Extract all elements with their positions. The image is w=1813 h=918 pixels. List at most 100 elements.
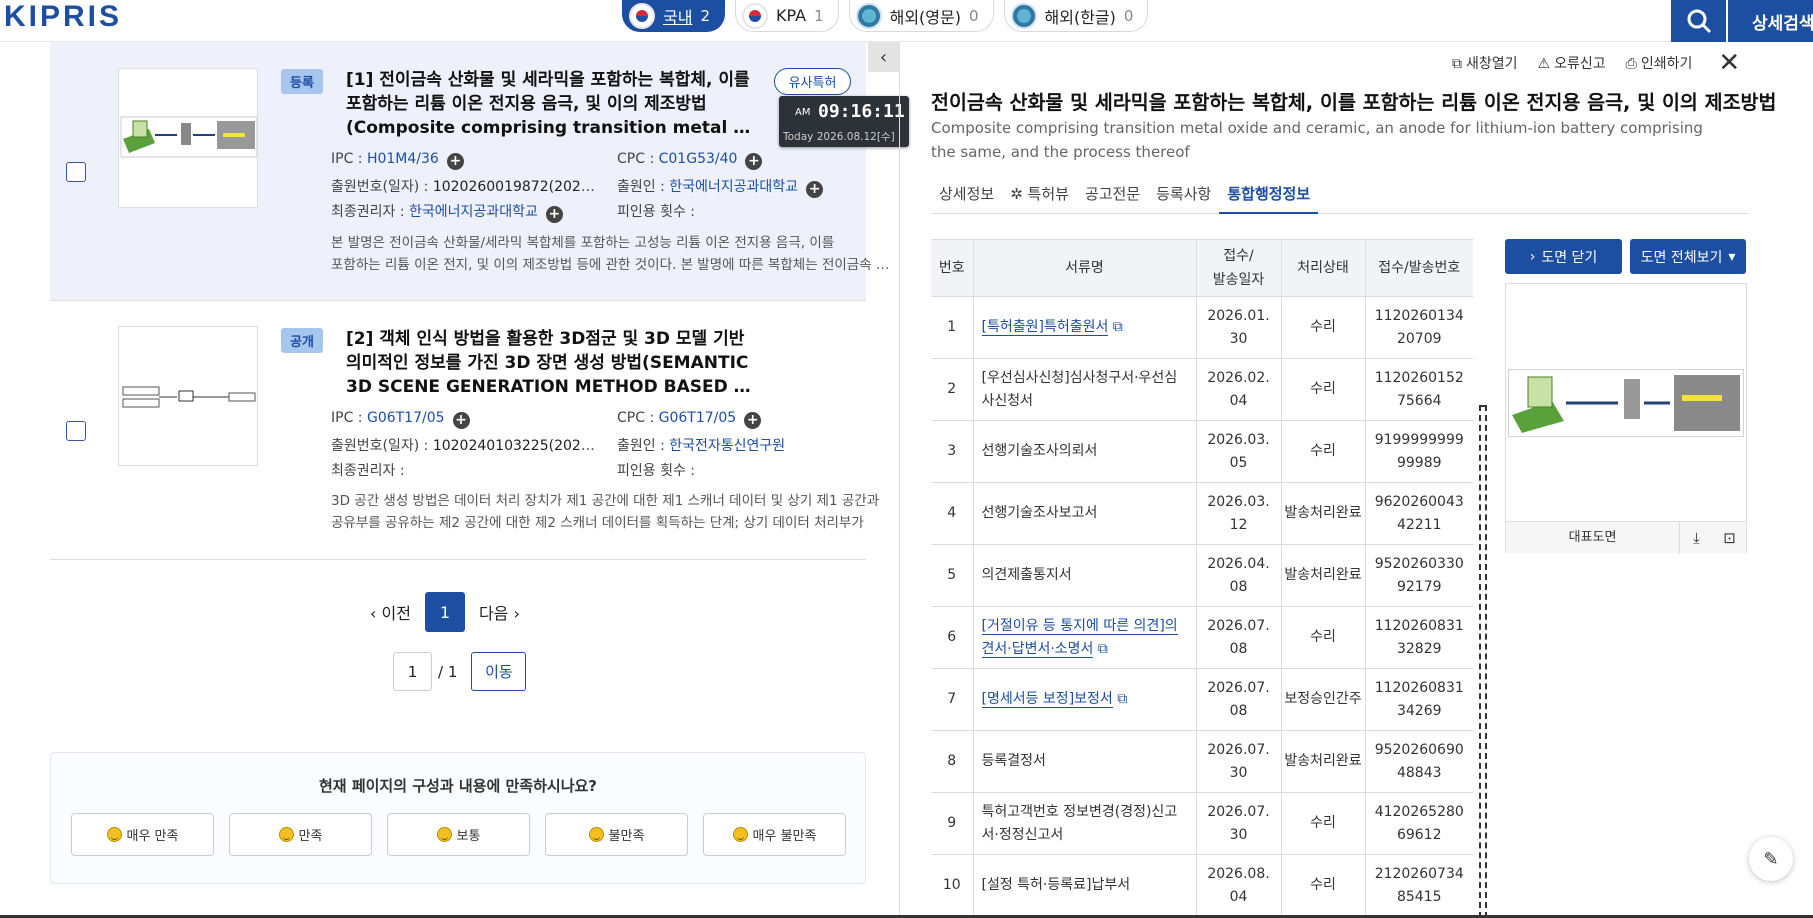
smile-icon (278, 827, 294, 842)
table-scrollbar[interactable] (1479, 405, 1487, 918)
table-row: 6 [거절이유 등 통지에 따른 의견]의견서·답변서·소명서 ⧉ 2026.07.… (931, 606, 1473, 669)
row-doc-number: 1120260152 75664 (1365, 358, 1473, 421)
status-badge: 공개 (281, 328, 323, 353)
ipc-link[interactable]: H01M4/36 (367, 151, 439, 167)
plus-icon[interactable]: + (452, 412, 470, 429)
cited-count-field: 피인용 횟수 : (617, 463, 696, 479)
print-button[interactable]: ⎙ 인쇄하기 (1626, 53, 1693, 73)
detail-search-button[interactable]: 상세검색 (1728, 0, 1813, 42)
table-body: 1 [특허출원]특허출원서 ⧉ 2026.01. 30 수리 1120260134 20… (931, 296, 1473, 917)
row-document[interactable]: [명세서등 보정]보정서 ⧉ (973, 668, 1197, 731)
row-doc-number: 1120260831 34269 (1365, 668, 1473, 731)
db-tab-label: KPA (776, 6, 807, 25)
plus-icon[interactable]: + (745, 153, 763, 170)
row-status: 수리 (1281, 296, 1366, 359)
panel-divider (899, 42, 900, 918)
applicant-link[interactable]: 한국전자통신연구원 (669, 438, 785, 454)
survey-option-neutral[interactable]: 보통 (387, 813, 530, 856)
row-date: 2026.04. 08 (1196, 544, 1282, 607)
cpc-link[interactable]: C01G53/40 (659, 151, 738, 167)
row-doc-number: 4120265280 69612 (1365, 792, 1473, 855)
database-tabs: 국내 2 KPA 1 해외(영문) 0 해외(한글) 0 (622, 0, 1149, 32)
tab-publication[interactable]: 공고전문 (1077, 182, 1148, 214)
clock-date: Today 2026.08.12[수] (783, 131, 895, 143)
drawing-thumbnail (120, 116, 257, 158)
go-page-button[interactable]: 이동 (471, 652, 527, 691)
applicant-link[interactable]: 한국에너지공과대학교 (669, 179, 798, 195)
cpc-link[interactable]: G06T17/05 (659, 410, 737, 426)
drawing-image[interactable] (1508, 369, 1744, 437)
similar-patent-button[interactable]: 유사특허 (774, 68, 851, 95)
row-number: 9 (931, 792, 974, 855)
tab-detail-info[interactable]: 상세정보 (931, 182, 1002, 214)
db-tab-foreign-en[interactable]: 해외(영문) 0 (848, 0, 994, 32)
row-date: 2026.07. 08 (1196, 668, 1282, 731)
prev-page-button[interactable]: ‹ 이전 (370, 600, 411, 624)
result-title[interactable]: [1] 전이금속 산화물 및 세라믹을 포함하는 복합체, 이를 포함하는 리튬… (346, 68, 756, 140)
ipc-field: IPC : G06T17/05 + (331, 410, 470, 429)
survey-option-dissatisfied[interactable]: 불만족 (545, 813, 688, 856)
zoom-icon[interactable]: ⊡ (1713, 522, 1746, 554)
result-thumbnail[interactable] (118, 326, 258, 466)
clock-ampm: AM (795, 107, 811, 118)
holder-link[interactable]: 한국에너지공과대학교 (409, 204, 538, 220)
tab-registration[interactable]: 등록사항 (1148, 182, 1219, 214)
survey-option-very-satisfied[interactable]: 매우 만족 (71, 813, 214, 856)
kipris-logo[interactable]: KIPRIS (4, 0, 122, 34)
survey-option-very-dissatisfied[interactable]: 매우 불만족 (703, 813, 846, 856)
row-number: 10 (931, 854, 974, 917)
db-tab-count: 2 (700, 6, 710, 25)
status-badge: 등록 (281, 69, 323, 94)
db-tab-count: 0 (1123, 6, 1134, 25)
result-checkbox[interactable] (66, 162, 86, 182)
result-title[interactable]: [2] 객체 인식 방법을 활용한 3D점군 및 3D 모델 기반 의미적인 정… (346, 327, 756, 399)
row-date: 2026.03. 12 (1196, 482, 1282, 545)
row-document[interactable]: [거절이유 등 통지에 따른 의견]의견서·답변서·소명서 ⧉ (973, 606, 1197, 669)
tab-admin-info[interactable]: 통합행정정보 (1219, 182, 1319, 214)
row-status: 수리 (1281, 854, 1366, 917)
download-icon[interactable]: ⤓ (1680, 522, 1713, 554)
cpc-field: CPC : G06T17/05 + (617, 410, 762, 429)
next-page-button[interactable]: 다음 › (479, 600, 520, 624)
row-status: 수리 (1281, 606, 1366, 669)
page-number-current[interactable]: 1 (424, 592, 465, 632)
row-document: 선행기술조사의뢰서 (973, 420, 1197, 483)
collapse-panel-button[interactable]: ‹ (868, 42, 899, 72)
db-tab-domestic[interactable]: 국내 2 (622, 0, 725, 32)
edit-pencil-button[interactable]: ✎ (1749, 837, 1793, 881)
cited-count-field: 피인용 횟수 : (617, 204, 696, 220)
survey-option-satisfied[interactable]: 만족 (229, 813, 372, 856)
neutral-face-icon (436, 827, 452, 842)
result-checkbox[interactable] (66, 421, 86, 441)
plus-icon[interactable]: + (806, 181, 824, 198)
external-link-icon: ⧉ (1093, 640, 1108, 657)
result-thumbnail[interactable] (118, 68, 258, 208)
ipc-link[interactable]: G06T17/05 (367, 410, 445, 426)
title-line: [2] 객체 인식 방법을 활용한 3D점군 및 3D 모델 기반 (346, 329, 745, 349)
new-window-button[interactable]: ⧉ 새창열기 (1452, 53, 1518, 73)
search-button[interactable] (1671, 0, 1726, 42)
plus-icon[interactable]: + (446, 153, 464, 170)
row-document[interactable]: [특허출원]특허출원서 ⧉ (973, 296, 1197, 359)
row-doc-number: 1120260134 20709 (1365, 296, 1473, 359)
row-number: 8 (931, 730, 974, 793)
report-error-button[interactable]: ⚠ 오류신고 (1538, 53, 1606, 73)
db-tab-foreign-kr[interactable]: 해외(한글) 0 (1003, 0, 1149, 32)
row-doc-number: 9520260690 48843 (1365, 730, 1473, 793)
close-icon[interactable]: ✕ (1718, 48, 1740, 78)
close-drawing-button[interactable]: › 도면 닫기 (1505, 239, 1622, 274)
result-item[interactable]: 등록 [1] 전이금속 산화물 및 세라믹을 포함하는 복합체, 이를 포함하는… (50, 42, 901, 301)
tab-patent-view[interactable]: ✲ 특허뷰 (1002, 182, 1077, 214)
result-item[interactable]: 공개 [2] 객체 인식 방법을 활용한 3D점군 및 3D 모델 기반 의미적… (50, 301, 879, 560)
db-tab-kpa[interactable]: KPA 1 (735, 0, 839, 32)
table-row: 4 선행기술조사보고서 2026.03. 12 발송처리완료 9620260043 42… (931, 482, 1473, 545)
view-all-drawings-button[interactable]: 도면 전체보기 ▾ (1630, 239, 1746, 274)
col-header-status: 처리상태 (1281, 239, 1366, 297)
page-number-input[interactable]: 1 (393, 652, 432, 691)
plus-icon[interactable]: + (545, 206, 563, 223)
external-link-icon: ⧉ (1112, 691, 1128, 707)
drawing-footer: 대표도면 ⤓ ⊡ (1506, 521, 1746, 554)
table-row: 1 [특허출원]특허출원서 ⧉ 2026.01. 30 수리 1120260134 20… (931, 296, 1473, 359)
plus-icon[interactable]: + (744, 412, 762, 429)
row-date: 2026.07. 30 (1196, 730, 1282, 793)
